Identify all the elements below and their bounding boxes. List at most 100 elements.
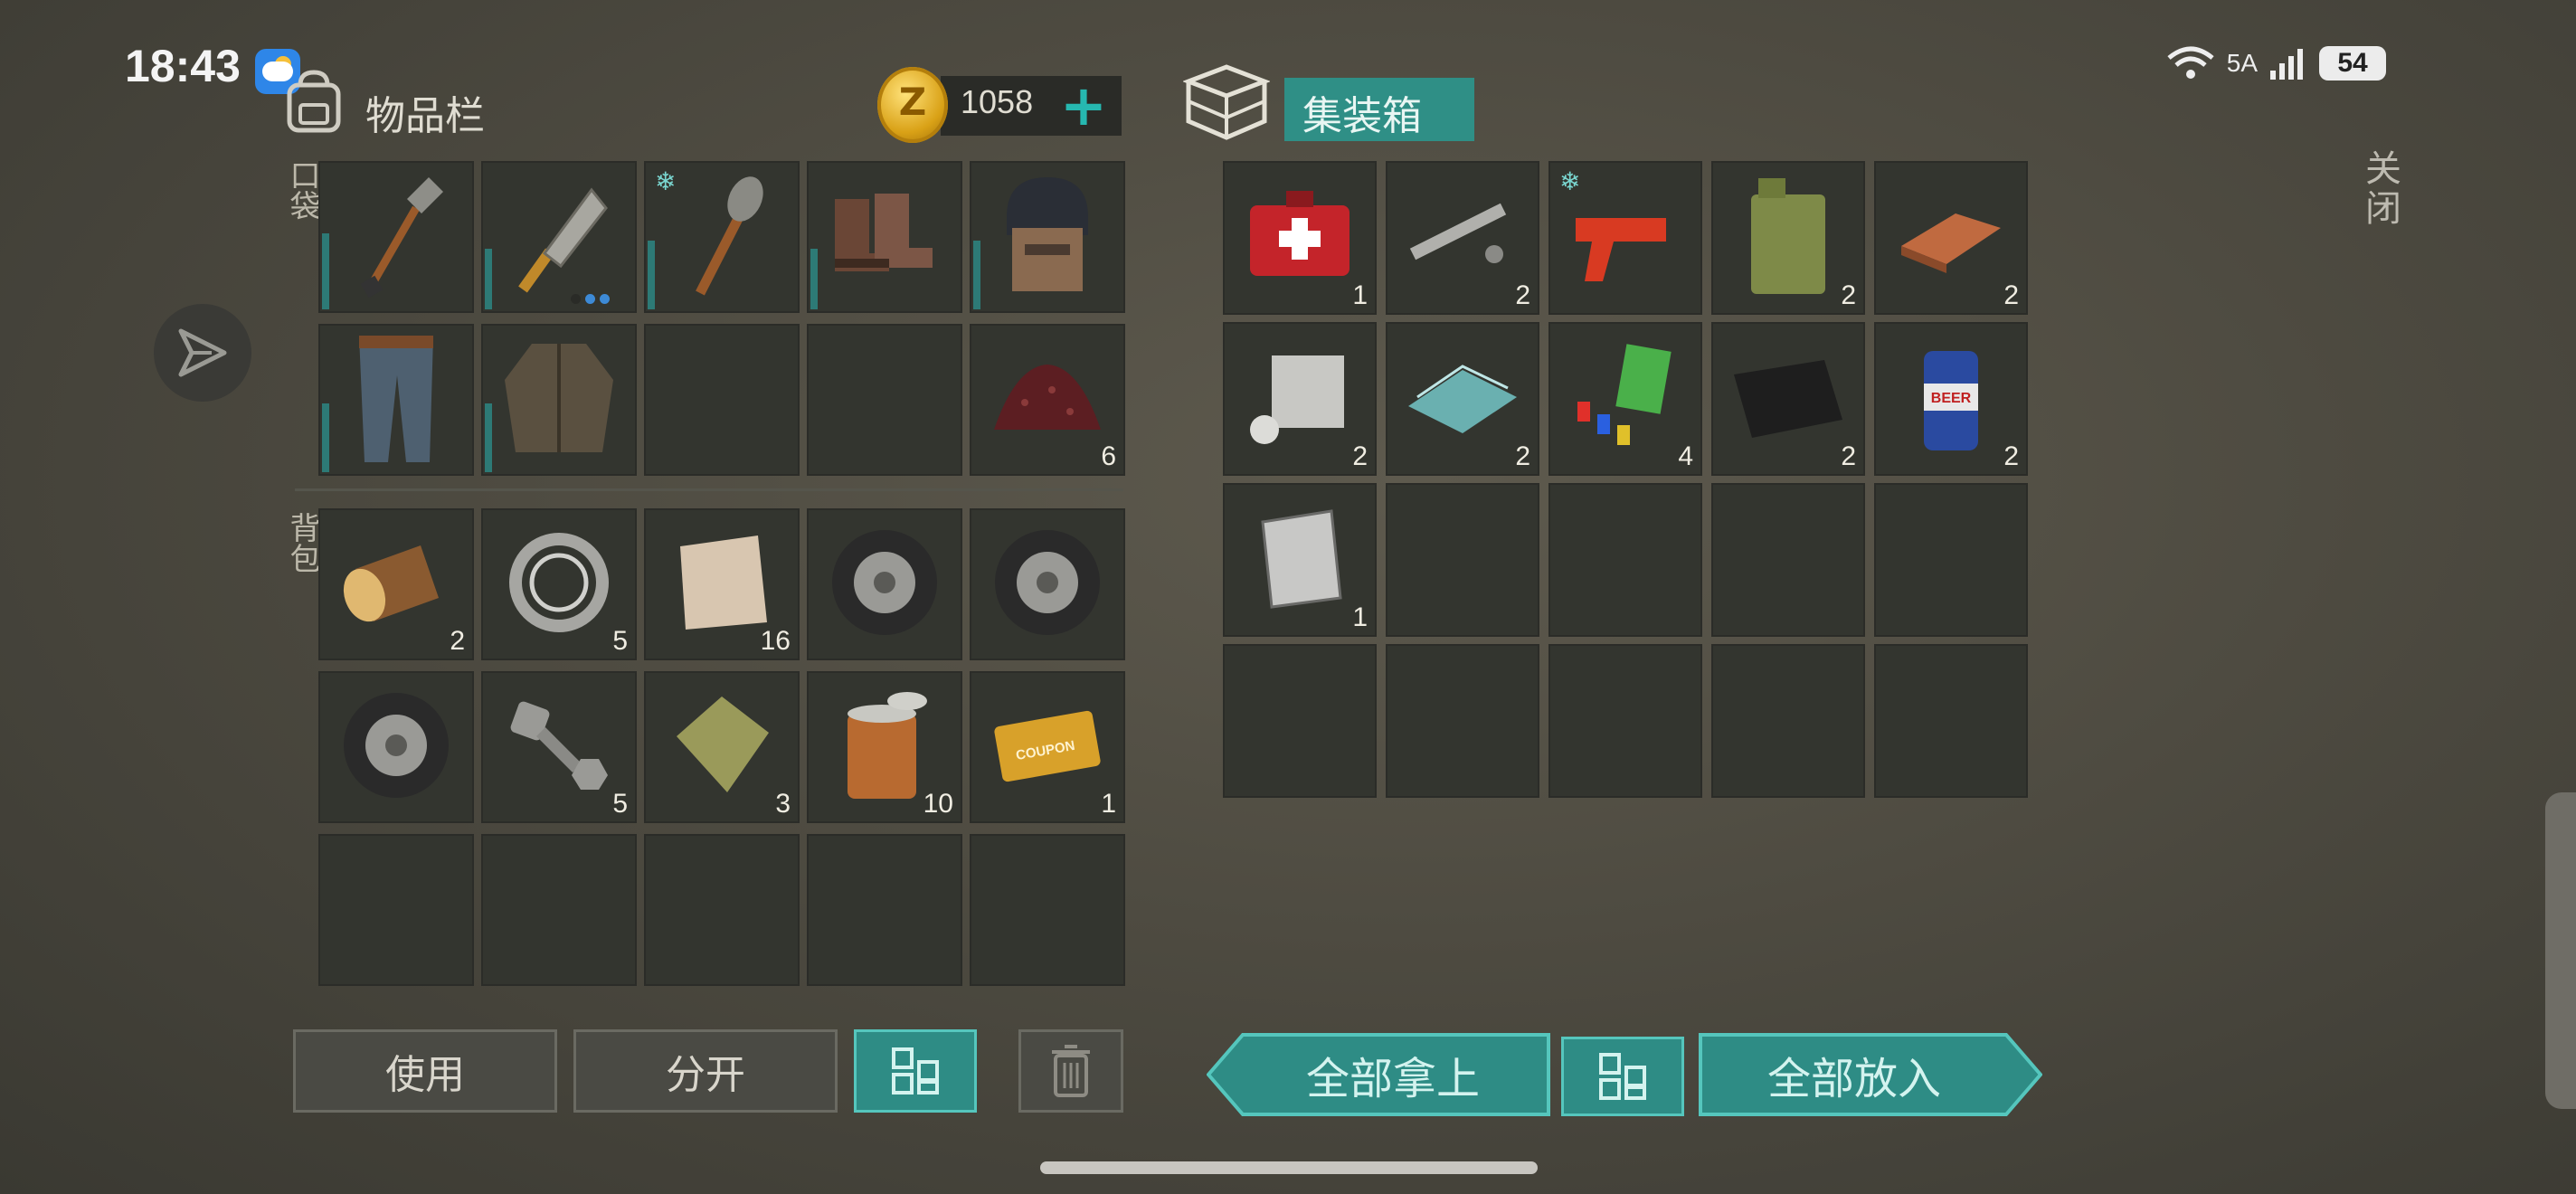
slot-burlap[interactable]: 3 xyxy=(644,671,800,823)
status-indicators: 5A 54 xyxy=(2165,45,2386,81)
take-all-button[interactable]: 全部拿上 xyxy=(1239,1033,1547,1116)
status-time: 18:43 xyxy=(125,41,241,91)
sort-container-button[interactable] xyxy=(1561,1037,1684,1116)
slot-jacket[interactable] xyxy=(481,324,637,476)
slot-spiked-club[interactable]: ❄ xyxy=(644,161,800,313)
use-button[interactable]: 使用 xyxy=(293,1029,557,1113)
slot-jerrycan[interactable]: 2 xyxy=(1711,161,1865,315)
durability-bar xyxy=(973,241,980,309)
item-count: 2 xyxy=(1515,280,1530,310)
flare-gun-icon xyxy=(1567,182,1684,294)
empty-slot[interactable] xyxy=(1386,483,1539,637)
slot-log[interactable]: 2 xyxy=(318,508,474,660)
empty-slot[interactable] xyxy=(1874,483,2028,637)
send-button[interactable] xyxy=(154,304,251,402)
backpack-icon xyxy=(287,70,341,133)
empty-slot[interactable] xyxy=(1223,644,1377,798)
durability-bar xyxy=(648,241,655,309)
leather-icon xyxy=(1725,347,1852,450)
durability-bar xyxy=(322,403,329,472)
item-count: 2 xyxy=(2003,280,2019,310)
slot-metal-sheet[interactable]: 1 xyxy=(1223,483,1377,637)
pocket-grid: ❄ 6 xyxy=(318,161,1125,476)
durability-bar xyxy=(485,248,492,309)
durability-bar xyxy=(322,233,329,309)
empty-slot[interactable] xyxy=(1548,644,1702,798)
empty-slot[interactable] xyxy=(1548,483,1702,637)
slot-shovel[interactable] xyxy=(318,161,474,313)
network-type: 5A xyxy=(2226,49,2258,77)
bolt-nut-icon xyxy=(505,696,613,799)
slot-wheel[interactable] xyxy=(807,508,962,660)
plastic-parts-icon xyxy=(1567,338,1684,460)
slot-flare-gun[interactable]: ❄ xyxy=(1548,161,1702,315)
item-count: 6 xyxy=(1101,441,1116,471)
jerrycan-icon xyxy=(1738,173,1838,303)
slot-bearing[interactable]: 5 xyxy=(481,508,637,660)
slot-copper-ingot[interactable]: 2 xyxy=(1874,161,2028,315)
empty-slot[interactable] xyxy=(807,834,962,986)
empty-slot[interactable] xyxy=(1711,483,1865,637)
slot-first-aid-kit[interactable]: 1 xyxy=(1223,161,1377,315)
slot-pants[interactable] xyxy=(318,324,474,476)
slot-engine-cylinder[interactable]: 2 xyxy=(1223,322,1377,476)
slot-leather[interactable]: 2 xyxy=(1711,322,1865,476)
durability-bar xyxy=(485,403,492,472)
item-count: 10 xyxy=(923,789,953,819)
put-all-button[interactable]: 全部放入 xyxy=(1700,1033,2008,1116)
slot-wheel[interactable] xyxy=(970,508,1125,660)
empty-slot[interactable] xyxy=(481,834,637,986)
berries-pile-icon xyxy=(989,357,1106,442)
slot-coupon[interactable]: COUPON 1 xyxy=(970,671,1125,823)
split-button[interactable]: 分开 xyxy=(573,1029,838,1113)
slot-pipe-parts[interactable]: 2 xyxy=(1386,161,1539,315)
empty-slot[interactable] xyxy=(1711,644,1865,798)
slot-helmet[interactable] xyxy=(970,161,1125,313)
cleaver-icon xyxy=(505,172,613,302)
metal-sheet-icon xyxy=(1250,504,1350,616)
frost-icon: ❄ xyxy=(655,166,677,196)
slot-cloth[interactable]: 16 xyxy=(644,508,800,660)
close-button[interactable]: 关闭 xyxy=(2353,149,2406,229)
coin-icon: Z xyxy=(877,67,948,143)
item-count: 2 xyxy=(1515,441,1530,471)
slot-plastic-parts[interactable]: 4 xyxy=(1548,322,1702,476)
trash-button[interactable] xyxy=(1018,1029,1123,1113)
add-coins-button[interactable]: + xyxy=(1060,72,1107,138)
item-count: 1 xyxy=(1352,280,1368,310)
slot-boots[interactable] xyxy=(807,161,962,313)
beer-can-icon: BEER xyxy=(1915,338,1987,460)
slot-cleaver[interactable] xyxy=(481,161,637,313)
empty-slot[interactable] xyxy=(644,834,800,986)
item-count: 5 xyxy=(612,626,628,656)
tin-can-icon xyxy=(835,687,934,808)
frost-icon: ❄ xyxy=(1559,166,1581,196)
empty-slot[interactable] xyxy=(807,324,962,476)
slot-berries-pile[interactable]: 6 xyxy=(970,324,1125,476)
empty-slot[interactable] xyxy=(970,834,1125,986)
slot-bolt-nut[interactable]: 5 xyxy=(481,671,637,823)
slot-beer-can[interactable]: BEER 2 xyxy=(1874,322,2028,476)
item-count: 2 xyxy=(1841,280,1856,310)
slot-tin-can[interactable]: 10 xyxy=(807,671,962,823)
item-count: 3 xyxy=(775,789,791,819)
durability-bar xyxy=(810,248,818,309)
item-count: 2 xyxy=(2003,441,2019,471)
side-drawer-handle[interactable] xyxy=(2545,792,2576,1109)
sort-inventory-button[interactable] xyxy=(854,1029,977,1113)
empty-slot[interactable] xyxy=(644,324,800,476)
wifi-icon xyxy=(2167,46,2214,79)
send-icon xyxy=(178,328,227,377)
empty-slot[interactable] xyxy=(1874,644,2028,798)
bearing-icon xyxy=(505,528,613,640)
wheel-icon xyxy=(337,687,455,808)
engine-cylinder-icon xyxy=(1241,343,1359,455)
item-count: 5 xyxy=(612,789,628,819)
home-indicator[interactable] xyxy=(1040,1161,1538,1174)
empty-slot[interactable] xyxy=(318,834,474,986)
empty-slot[interactable] xyxy=(1386,644,1539,798)
slot-wheel[interactable] xyxy=(318,671,474,823)
log-icon xyxy=(337,533,455,636)
slot-glass-sheets[interactable]: 2 xyxy=(1386,322,1539,476)
item-count: 4 xyxy=(1678,441,1693,471)
